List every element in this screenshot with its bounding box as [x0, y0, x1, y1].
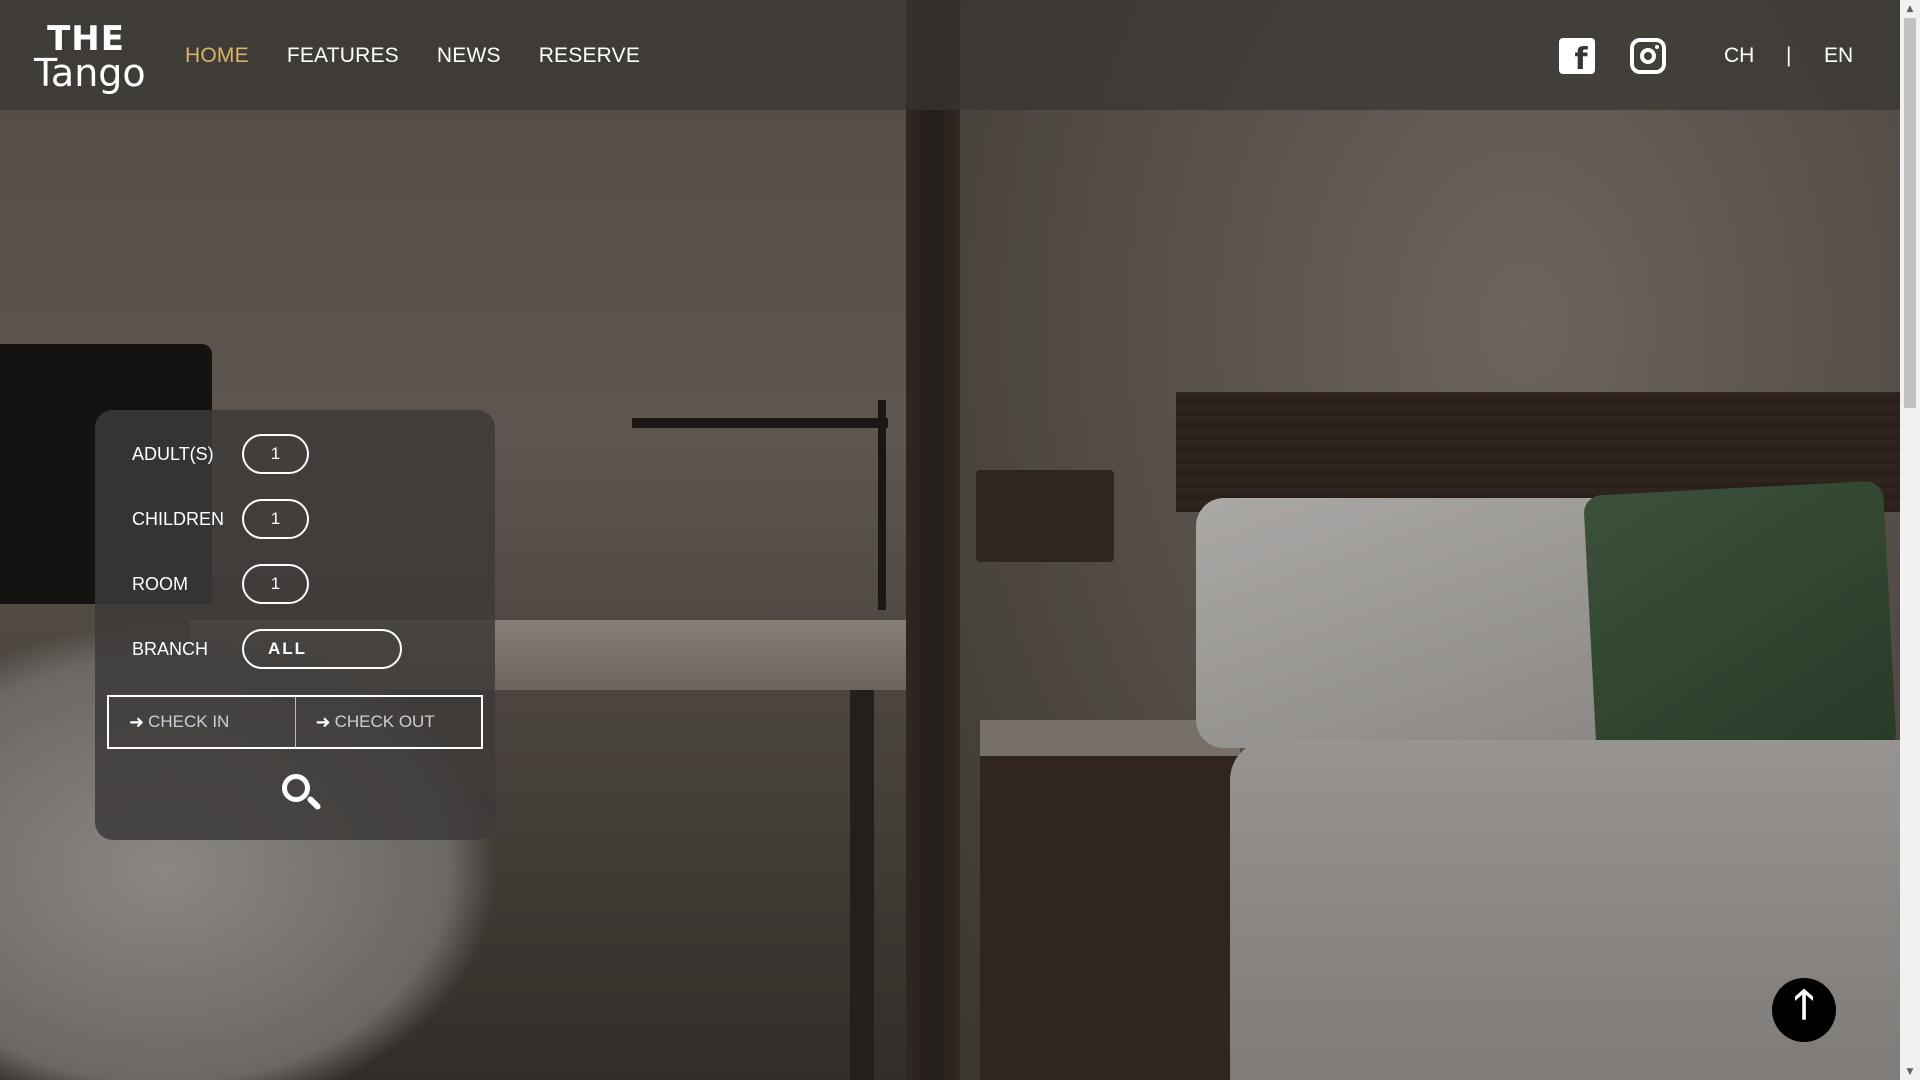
branch-row: BRANCH ALL: [132, 629, 402, 669]
arrow-up-icon: 🡑: [1793, 982, 1815, 1028]
checkin-field[interactable]: ➜ CHECK IN: [109, 697, 295, 747]
lang-ch-link[interactable]: CH: [1724, 44, 1754, 68]
facebook-glyph: f: [1574, 41, 1588, 77]
scrollbar-thumb[interactable]: [1904, 18, 1916, 408]
nav-features[interactable]: FEATURES: [287, 44, 399, 68]
arrow-right-icon: ➜: [129, 711, 145, 733]
branch-select[interactable]: ALL: [242, 629, 402, 669]
lang-en-link[interactable]: EN: [1824, 44, 1853, 68]
room-input[interactable]: 1: [242, 564, 309, 604]
booking-panel: ADULT(S) 1 CHILDREN 1 ROOM 1 BRANCH ALL …: [95, 410, 495, 840]
children-input[interactable]: 1: [242, 499, 309, 539]
main-nav: HOME FEATURES NEWS RESERVE: [185, 44, 640, 68]
nav-reserve[interactable]: RESERVE: [539, 44, 640, 68]
back-to-top-button[interactable]: 🡑: [1772, 978, 1836, 1042]
branch-label: BRANCH: [132, 638, 209, 659]
date-range: ➜ CHECK IN ➜ CHECK OUT: [107, 695, 483, 749]
room-row: ROOM 1: [132, 564, 309, 604]
arrow-right-icon: ➜: [315, 711, 331, 733]
room-label: ROOM: [132, 573, 188, 594]
search-icon-handle: [306, 795, 322, 811]
instagram-dot: [1655, 45, 1659, 49]
nav-news[interactable]: NEWS: [437, 44, 501, 68]
site-header: THE Tango HOME FEATURES NEWS RESERVE f C…: [0, 0, 1900, 110]
children-label: CHILDREN: [132, 508, 225, 529]
instagram-icon[interactable]: [1630, 38, 1666, 74]
scroll-up-icon[interactable]: ▲: [1900, 0, 1920, 17]
adults-row: ADULT(S) 1: [132, 434, 309, 474]
children-row: CHILDREN 1: [132, 499, 309, 539]
checkout-placeholder: CHECK OUT: [334, 712, 435, 731]
checkin-placeholder: CHECK IN: [148, 712, 230, 731]
lang-separator: |: [1786, 44, 1792, 67]
page-scrollbar[interactable]: ▲ ▼: [1900, 0, 1920, 1080]
adults-input[interactable]: 1: [242, 434, 309, 474]
search-button[interactable]: [280, 772, 324, 816]
instagram-lens: [1640, 48, 1656, 64]
logo-line-2: Tango: [34, 51, 146, 95]
site-logo[interactable]: THE Tango: [34, 22, 146, 95]
nav-home[interactable]: HOME: [185, 44, 249, 68]
checkout-field[interactable]: ➜ CHECK OUT: [294, 697, 482, 747]
scroll-down-icon[interactable]: ▼: [1900, 1063, 1920, 1080]
adults-label: ADULT(S): [132, 443, 214, 464]
search-icon: [282, 774, 310, 802]
facebook-icon[interactable]: f: [1559, 38, 1595, 77]
